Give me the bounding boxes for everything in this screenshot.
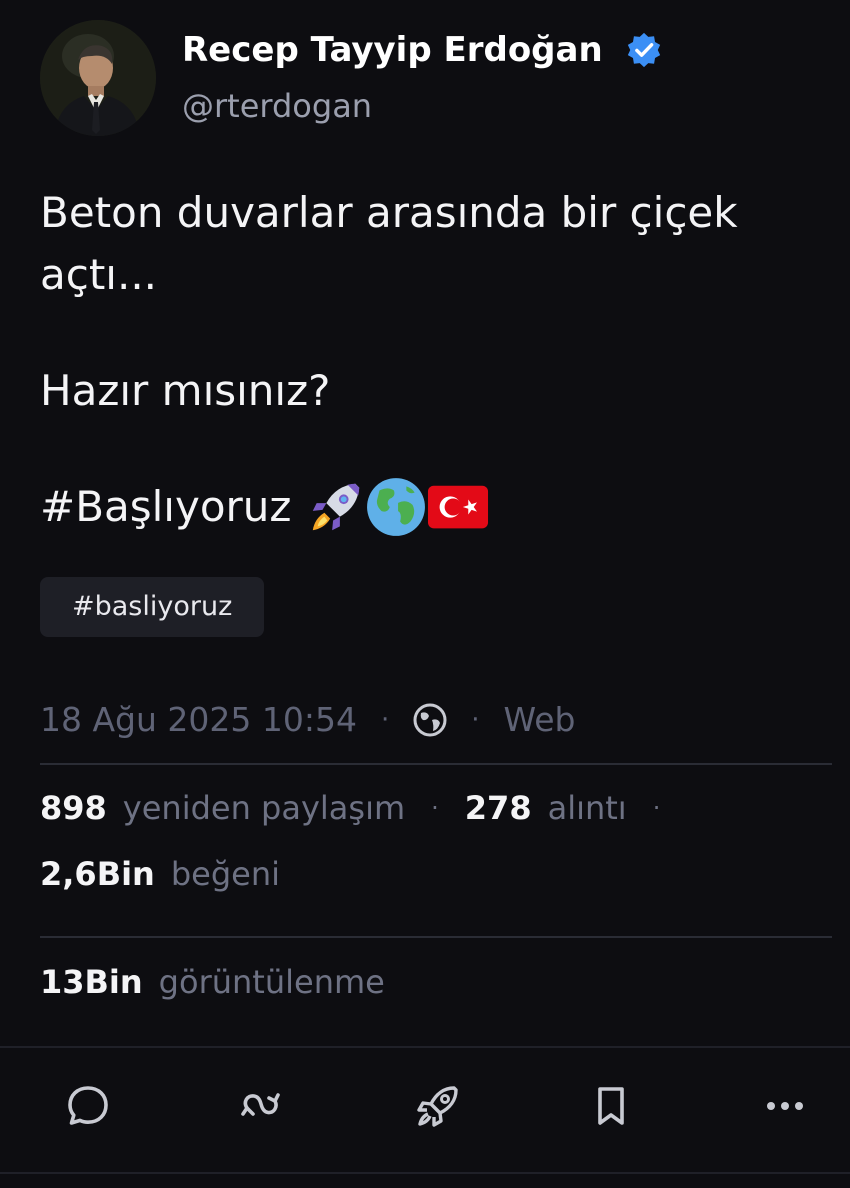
post-paragraph: Beton duvarlar arasında bir çiçek açtı..… xyxy=(40,188,738,299)
boost-rocket-icon xyxy=(417,1086,458,1127)
post-text: Beton duvarlar arasında bir çiçek açtı..… xyxy=(40,182,820,538)
views-row: 13Bin görüntülenme xyxy=(40,960,385,1004)
globe-emoji xyxy=(365,476,427,538)
avatar-photo xyxy=(40,20,156,136)
views-count: 13Bin xyxy=(40,963,143,1001)
author-avatar[interactable] xyxy=(40,20,156,136)
action-bar xyxy=(0,1046,850,1174)
stats-separator: · xyxy=(652,794,661,822)
stats-separator: · xyxy=(431,794,439,822)
likes-row: 2,6Bin beğeni xyxy=(40,852,280,896)
meta-separator: · xyxy=(471,705,480,735)
hashtag-link[interactable]: #Başlıyoruz xyxy=(40,476,291,538)
post-meta: 18 Ağu 2025 10:54 · · Web xyxy=(40,698,575,742)
quotes-count[interactable]: 278 xyxy=(465,786,532,830)
rocket-emoji xyxy=(307,478,365,536)
divider xyxy=(40,936,832,938)
globe-icon xyxy=(413,703,447,737)
views-label: görüntülenme xyxy=(158,963,385,1001)
author-handle[interactable]: @rterdogan xyxy=(182,84,372,128)
author-name-row[interactable]: Recep Tayyip Erdoğan xyxy=(182,28,663,72)
bookmark-icon xyxy=(598,1087,624,1125)
bookmark-button[interactable] xyxy=(583,1078,639,1134)
more-icon xyxy=(767,1102,803,1110)
likes-label[interactable]: beğeni xyxy=(171,852,280,896)
stats-row: 898 yeniden paylaşım · 278 alıntı · xyxy=(40,786,686,830)
post-detail: Recep Tayyip Erdoğan @rterdogan Beton du… xyxy=(0,0,850,1188)
hashtag-line: #Başlıyoruz xyxy=(40,476,820,538)
author-name[interactable]: Recep Tayyip Erdoğan xyxy=(182,28,603,72)
reply-button[interactable] xyxy=(60,1078,116,1134)
repost-icon xyxy=(241,1093,280,1116)
reposts-count[interactable]: 898 xyxy=(40,786,107,830)
likes-count[interactable]: 2,6Bin xyxy=(40,852,155,896)
more-button[interactable] xyxy=(757,1078,813,1134)
hashtag-chip[interactable]: #basliyoruz xyxy=(40,577,265,637)
meta-separator: · xyxy=(380,705,390,735)
post-timestamp[interactable]: 18 Ağu 2025 10:54 xyxy=(40,698,357,742)
verified-badge-icon xyxy=(625,31,663,69)
post-paragraph: Hazır mısınız? xyxy=(40,366,331,415)
turkey-flag-emoji xyxy=(427,484,489,530)
reply-icon xyxy=(68,1086,108,1125)
quotes-label[interactable]: alıntı xyxy=(548,786,627,830)
repost-button[interactable] xyxy=(233,1078,289,1134)
reposts-label[interactable]: yeniden paylaşım xyxy=(123,786,405,830)
boost-button[interactable] xyxy=(410,1078,466,1134)
post-client: Web xyxy=(503,700,576,739)
divider xyxy=(40,763,832,765)
